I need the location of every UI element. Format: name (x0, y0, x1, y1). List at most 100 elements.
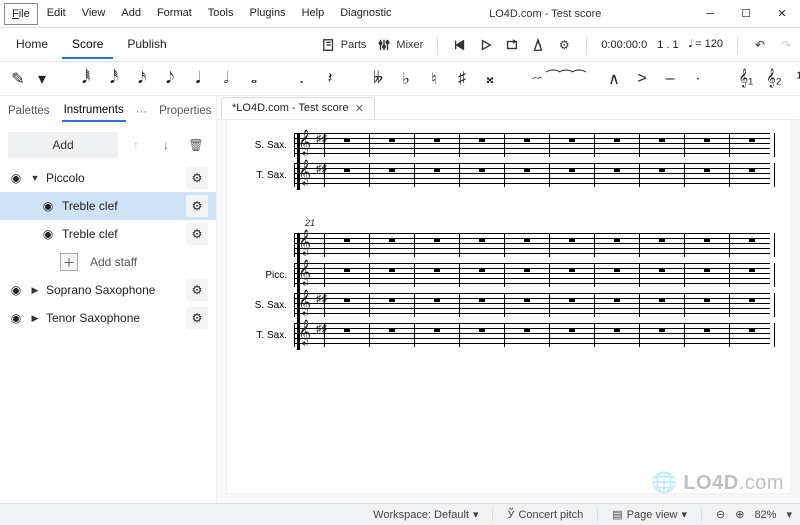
menu-edit[interactable]: Edit (40, 3, 73, 25)
menu-format[interactable]: Format (150, 3, 199, 25)
visibility-icon[interactable]: ◉ (40, 227, 56, 241)
acc-dsharp[interactable]: 𝄪 (482, 70, 498, 88)
staff[interactable]: 𝄞 (294, 263, 770, 287)
minimize-button[interactable]: ─ (692, 0, 728, 28)
tab-instruments[interactable]: Instruments (62, 100, 126, 122)
plus-icon: ＋ (60, 253, 78, 271)
close-button[interactable]: ✕ (764, 0, 800, 28)
marcato-icon[interactable]: ∧ (606, 69, 622, 89)
slur-icon[interactable]: ⁀⁀⁀ (558, 69, 574, 89)
document-tabs: *LO4D.com - Test score ✕ (217, 96, 800, 120)
tab-properties[interactable]: Properties (157, 101, 213, 121)
undo-icon[interactable]: ↶ (752, 37, 768, 53)
staff[interactable]: 𝄞♯♯ (294, 323, 770, 347)
concert-pitch-toggle[interactable]: Ў Concert pitch (507, 509, 583, 521)
visibility-icon[interactable]: ◉ (8, 171, 24, 185)
metronome-icon[interactable] (530, 37, 546, 53)
document-tab[interactable]: *LO4D.com - Test score ✕ (221, 97, 375, 119)
instrument-piccolo[interactable]: ◉ ▼ Piccolo ⚙ (0, 164, 216, 192)
voice3-icon[interactable]: ¹₁ (794, 70, 800, 88)
parts-button[interactable]: Parts (321, 37, 367, 53)
acc-natural[interactable]: ♮ (426, 69, 442, 89)
note-rest[interactable]: 𝄽 (322, 70, 338, 88)
staff-row: T. Sax.𝄞♯♯ (302, 320, 770, 350)
move-down-icon[interactable]: ↓ (154, 133, 178, 157)
acc-sharp[interactable]: ♯ (454, 70, 470, 88)
menu-file[interactable]: File (4, 3, 38, 25)
add-instrument-button[interactable]: Add (8, 132, 118, 158)
move-up-icon[interactable]: ↑ (124, 133, 148, 157)
instrument-soprano-sax[interactable]: ◉ ▶ Soprano Saxophone ⚙ (0, 276, 216, 304)
gear-icon[interactable]: ⚙ (186, 195, 208, 217)
workspace-selector[interactable]: Workspace: Default ▾ (373, 508, 478, 521)
redo-icon[interactable]: ↷ (778, 37, 794, 53)
note-half[interactable]: 𝅗𝅥 (218, 70, 234, 88)
menu-diagnostic[interactable]: Diagnostic (333, 3, 398, 25)
menu-help[interactable]: Help (295, 3, 332, 25)
note-whole[interactable]: 𝅝 (246, 70, 262, 88)
more-tabs-icon[interactable]: ⋯ (136, 104, 148, 118)
staff[interactable]: 𝄞 (294, 233, 770, 257)
tab-home[interactable]: Home (6, 31, 58, 59)
gear-icon[interactable]: ⚙ (186, 223, 208, 245)
note-dot[interactable]: 𝅭. (294, 70, 310, 88)
voice2-icon[interactable]: 𝄞₂ (766, 70, 782, 88)
staff-name: S. Sax. (239, 300, 294, 311)
menu-plugins[interactable]: Plugins (242, 3, 292, 25)
add-row: Add ↑ ↓ 🗑 (0, 126, 216, 164)
note-32[interactable]: 𝅘𝅥𝅰 (106, 70, 122, 88)
play-icon[interactable] (478, 37, 494, 53)
staccato-icon[interactable]: · (690, 70, 706, 88)
note-8[interactable]: 𝅘𝅥𝅮 (162, 70, 178, 88)
mixer-button[interactable]: Mixer (376, 37, 423, 53)
visibility-icon[interactable]: ◉ (8, 283, 24, 297)
staff[interactable]: 𝄞♯♯ (294, 133, 770, 157)
tab-score[interactable]: Score (62, 31, 113, 59)
note-64[interactable]: 𝅘𝅥𝅱 (78, 70, 94, 88)
staff[interactable]: 𝄞♯♯ (294, 293, 770, 317)
visibility-icon[interactable]: ◉ (40, 199, 56, 213)
delete-icon[interactable]: 🗑 (184, 133, 208, 157)
expand-icon[interactable]: ▶ (30, 285, 40, 296)
staff-treble-1[interactable]: ◉ Treble clef ⚙ (0, 192, 216, 220)
visibility-icon[interactable]: ◉ (8, 311, 24, 325)
score-area: *LO4D.com - Test score ✕ S. Sax.𝄞♯♯T. Sa… (217, 96, 800, 503)
tab-palettes[interactable]: Palettes (6, 101, 52, 121)
zoom-out-icon[interactable]: ⊖ (716, 508, 725, 521)
gear-icon[interactable]: ⚙ (186, 167, 208, 189)
tab-publish[interactable]: Publish (117, 31, 176, 59)
menu-add[interactable]: Add (114, 3, 148, 25)
view-mode-selector[interactable]: ▤ Page view ▾ (612, 508, 687, 521)
instrument-tenor-sax[interactable]: ◉ ▶ Tenor Saxophone ⚙ (0, 304, 216, 332)
settings-icon[interactable]: ⚙ (556, 37, 572, 53)
gear-icon[interactable]: ⚙ (186, 307, 208, 329)
toolbar-right: Parts Mixer ⚙ 0:00:00:0 1 . 1 𝅘𝅥 = 120 ↶… (321, 36, 794, 54)
rewind-icon[interactable] (452, 37, 468, 53)
zoom-value[interactable]: 82% (754, 509, 776, 521)
zoom-in-icon[interactable]: ⊕ (735, 508, 744, 521)
accent-icon[interactable]: > (634, 70, 650, 88)
acc-dflat[interactable]: 𝄫 (370, 70, 386, 88)
title-bar: File Edit View Add Format Tools Plugins … (0, 0, 800, 28)
menu-tools[interactable]: Tools (201, 3, 241, 25)
close-tab-icon[interactable]: ✕ (355, 102, 364, 115)
note-quarter[interactable]: 𝅘𝅥 (190, 70, 206, 88)
score-page[interactable]: S. Sax.𝄞♯♯T. Sax.𝄞♯♯ 21 𝄞Picc.𝄞S. Sax.𝄞♯… (227, 120, 790, 493)
voice1-icon[interactable]: 𝄞₁ (738, 70, 754, 88)
staff[interactable]: 𝄞♯♯ (294, 163, 770, 187)
expand-icon[interactable]: ▶ (30, 313, 40, 324)
tie-icon[interactable]: 𝆣𝆣 (530, 70, 546, 88)
pencil-icon[interactable]: ✎ (10, 69, 26, 89)
tenuto-icon[interactable]: – (662, 70, 678, 88)
menu-view[interactable]: View (75, 3, 113, 25)
expand-icon[interactable]: ▼ (30, 173, 40, 183)
add-staff-button[interactable]: ＋ Add staff (0, 248, 216, 276)
acc-flat[interactable]: ♭ (398, 69, 414, 89)
gear-icon[interactable]: ⚙ (186, 279, 208, 301)
staff-treble-2[interactable]: ◉ Treble clef ⚙ (0, 220, 216, 248)
maximize-button[interactable]: ☐ (728, 0, 764, 28)
note-toolbar: ✎▾ 𝅘𝅥𝅱 𝅘𝅥𝅰 𝅘𝅥𝅯 𝅘𝅥𝅮 𝅘𝅥 𝅗𝅥 𝅝 𝅭. 𝄽 𝄫 ♭ ♮ ♯ … (0, 62, 800, 96)
note-16[interactable]: 𝅘𝅥𝅯 (134, 70, 150, 88)
window-title: LO4D.com - Test score (399, 8, 692, 20)
loop-icon[interactable] (504, 37, 520, 53)
